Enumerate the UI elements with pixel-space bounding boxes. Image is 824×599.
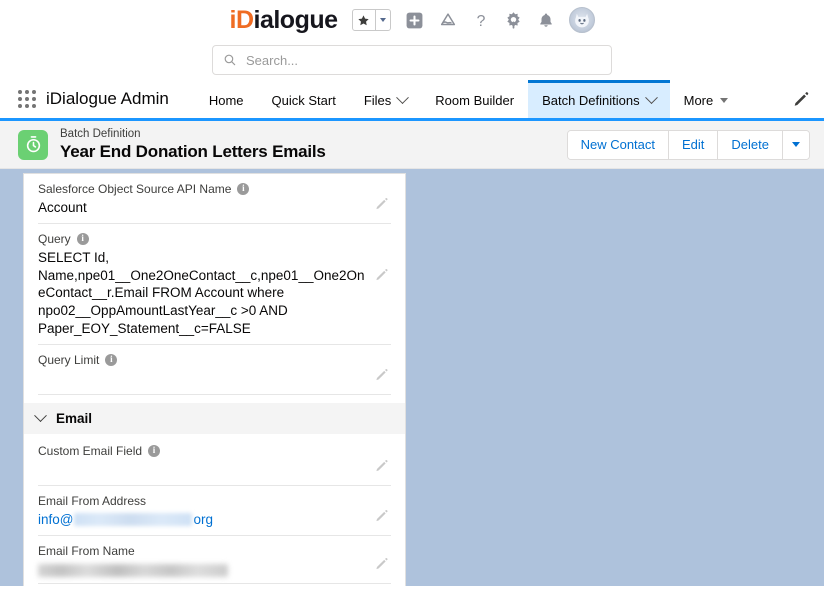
global-brand-bar: iDialogue ?	[0, 0, 824, 40]
record-canvas: Salesforce Object Source API Name i Acco…	[0, 169, 824, 586]
email-suffix: org	[193, 511, 213, 527]
favorites-control[interactable]	[351, 9, 391, 31]
star-dropdown-caret-icon[interactable]	[374, 10, 390, 30]
redacted-email-domain	[74, 512, 193, 526]
details-card: Salesforce Object Source API Name i Acco…	[23, 173, 406, 586]
email-prefix: info@	[38, 511, 74, 527]
field-label: Query	[38, 231, 71, 246]
nav-item-label: Files	[363, 93, 392, 108]
edit-button[interactable]: Edit	[669, 130, 719, 159]
field-label: Salesforce Object Source API Name	[38, 182, 232, 196]
field-email-to-field[interactable]: Email To Field (Recipient ID) i npe01__O…	[38, 584, 391, 586]
field-label: Email From Address	[38, 493, 147, 508]
nav-item-label: Quick Start	[271, 93, 336, 108]
mountain-trail-icon[interactable]	[438, 11, 458, 30]
chevron-down-icon[interactable]	[34, 409, 47, 422]
field-value: SELECT Id, Name,npe01__One2OneContact__c…	[38, 249, 365, 337]
pencil-edit-icon[interactable]	[375, 368, 389, 387]
idialogue-logo[interactable]: iDialogue	[229, 5, 339, 34]
nav-item-label: Home	[208, 93, 244, 108]
nav-edit-pencil-icon[interactable]	[785, 80, 824, 118]
pencil-edit-icon[interactable]	[375, 557, 389, 576]
record-actions: New Contact Edit Delete	[566, 129, 810, 160]
search-input[interactable]: Search...	[212, 45, 612, 75]
info-icon[interactable]: i	[105, 353, 118, 366]
field-value	[38, 370, 365, 388]
record-object-label: Batch Definition	[60, 127, 141, 140]
chevron-down-icon[interactable]	[644, 91, 658, 105]
field-email-from-address[interactable]: Email From Address info@ org	[38, 486, 391, 536]
logo-text-rest: ialogue	[253, 5, 339, 34]
page-title: Year End Donation Letters Emails	[60, 141, 326, 161]
info-icon[interactable]: i	[237, 183, 250, 195]
field-salesforce-object-source-api-name[interactable]: Salesforce Object Source API Name i Acco…	[38, 174, 391, 224]
app-launcher-grid-icon[interactable]	[0, 80, 46, 118]
pencil-edit-icon[interactable]	[375, 268, 389, 287]
delete-button[interactable]: Delete	[718, 130, 783, 159]
logo-text-d: D	[235, 5, 254, 34]
pencil-edit-icon[interactable]	[375, 197, 389, 216]
actions-dropdown-caret-icon[interactable]	[783, 130, 809, 159]
chevron-down-icon[interactable]	[396, 91, 410, 105]
field-label: Custom Email Field	[38, 443, 143, 458]
nav-item-label: More	[683, 93, 714, 108]
search-placeholder: Search...	[246, 52, 299, 68]
star-icon[interactable]	[353, 10, 375, 30]
nav-items: Home Quick Start Files Room Builder Batc…	[195, 80, 785, 118]
field-value	[38, 461, 365, 479]
stopwatch-icon	[18, 129, 48, 160]
field-custom-email-field[interactable]: Custom Email Field i	[38, 436, 391, 486]
section-title: Email	[56, 410, 93, 426]
nav-item-label: Room Builder	[435, 93, 515, 108]
field-query-limit[interactable]: Query Limit i	[38, 345, 391, 395]
app-name[interactable]: iDialogue Admin	[46, 80, 195, 118]
app-navigation-bar: iDialogue Admin Home Quick Start Files R…	[0, 80, 824, 121]
nav-item-batch-definitions[interactable]: Batch Definitions	[528, 80, 670, 118]
nav-item-home[interactable]: Home	[195, 80, 258, 118]
pencil-edit-icon[interactable]	[375, 459, 389, 478]
search-icon	[223, 53, 237, 67]
gear-setup-icon[interactable]	[504, 11, 523, 30]
nav-item-label: Batch Definitions	[542, 93, 640, 108]
redacted-value	[38, 563, 228, 577]
user-avatar[interactable]	[568, 7, 595, 33]
section-header-email[interactable]: Email	[24, 402, 405, 434]
nav-item-quick-start[interactable]: Quick Start	[258, 80, 350, 118]
field-value: Account	[38, 200, 87, 215]
field-value	[38, 563, 365, 577]
nav-item-room-builder[interactable]: Room Builder	[421, 80, 528, 118]
svg-text:?: ?	[476, 12, 485, 29]
field-value[interactable]: info@ org	[38, 511, 365, 529]
pencil-edit-icon[interactable]	[375, 509, 389, 528]
caret-down-icon[interactable]	[720, 98, 729, 103]
nav-item-more[interactable]: More	[670, 80, 743, 118]
nav-item-files[interactable]: Files	[350, 80, 421, 118]
info-icon[interactable]: i	[148, 444, 161, 457]
notifications-bell-icon[interactable]	[537, 11, 555, 30]
field-email-from-name[interactable]: Email From Name	[38, 536, 391, 584]
new-contact-button[interactable]: New Contact	[567, 130, 670, 159]
info-icon[interactable]: i	[76, 232, 89, 245]
field-label: Email From Name	[38, 543, 135, 558]
field-label: Query Limit	[38, 352, 100, 367]
record-header: Batch Definition Year End Donation Lette…	[0, 121, 824, 169]
add-plus-icon[interactable]	[405, 11, 424, 30]
field-query[interactable]: Query i SELECT Id, Name,npe01__One2OneCo…	[38, 224, 391, 345]
global-search-row: Search...	[0, 40, 824, 80]
help-question-icon[interactable]: ?	[472, 11, 490, 30]
